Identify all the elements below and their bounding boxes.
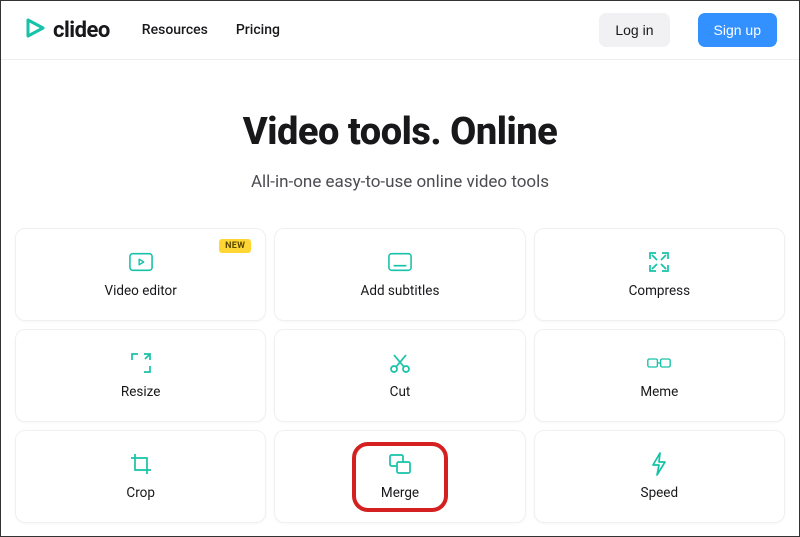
nav-resources[interactable]: Resources [142,22,208,38]
page-title: Video tools. Online [21,110,779,154]
tool-label: Compress [629,283,690,299]
tool-label: Crop [126,485,155,501]
new-badge: NEW [219,239,251,253]
play-triangle-icon [23,16,47,44]
tools-grid: NEW Video editor Add subtitles [1,228,799,537]
signup-button[interactable]: Sign up [698,13,777,47]
tool-label: Merge [381,485,419,501]
crop-icon [129,453,153,475]
compress-icon [647,251,671,273]
login-button[interactable]: Log in [599,13,669,47]
tool-label: Add subtitles [361,283,440,299]
tool-label: Cut [390,384,411,400]
brand-text: clideo [53,18,110,43]
tool-card-merge[interactable]: Merge [274,430,525,523]
merge-icon [388,453,412,475]
video-editor-icon [129,251,153,273]
tool-label: Speed [641,485,679,501]
scissors-icon [388,352,412,374]
tool-card-video-editor[interactable]: NEW Video editor [15,228,266,321]
tool-card-add-subtitles[interactable]: Add subtitles [274,228,525,321]
tool-label: Meme [640,384,678,400]
subtitles-icon [388,251,412,273]
hero: Video tools. Online All-in-one easy-to-u… [1,60,799,228]
header: clideo Resources Pricing Log in Sign up [1,1,799,60]
tool-card-meme[interactable]: Meme [534,329,785,422]
tool-card-crop[interactable]: Crop [15,430,266,523]
resize-icon [129,352,153,374]
tool-label: Video editor [105,283,177,299]
tool-card-resize[interactable]: Resize [15,329,266,422]
meme-icon [647,352,671,374]
page-subtitle: All-in-one easy-to-use online video tool… [21,172,779,192]
tool-label: Resize [121,384,160,400]
lightning-icon [647,453,671,475]
logo[interactable]: clideo [23,16,110,44]
tool-card-cut[interactable]: Cut [274,329,525,422]
tool-card-compress[interactable]: Compress [534,228,785,321]
tool-card-speed[interactable]: Speed [534,430,785,523]
nav-pricing[interactable]: Pricing [236,22,280,38]
